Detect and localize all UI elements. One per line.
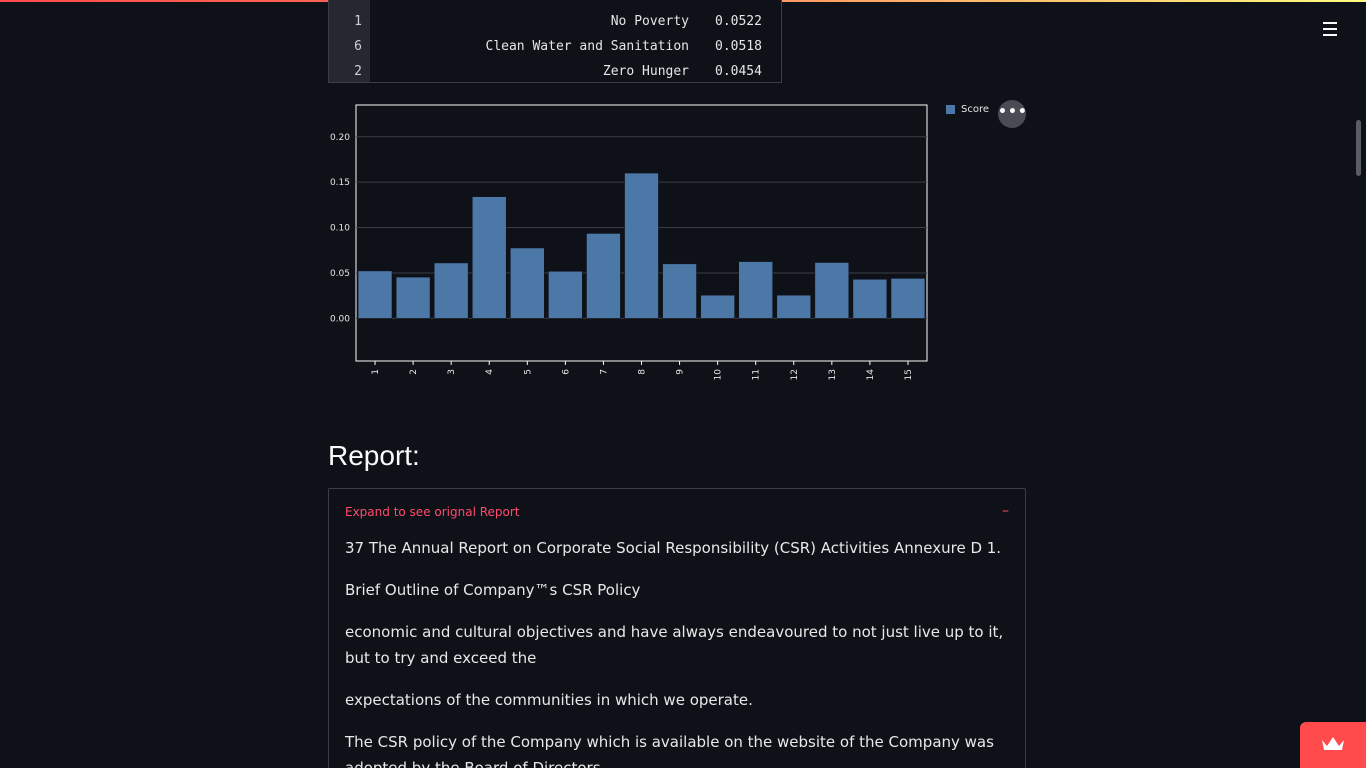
- bar: [852, 279, 888, 319]
- row-index: 1: [354, 14, 362, 29]
- x-tick-label: 1: [371, 369, 381, 375]
- x-tick-label: 10: [714, 369, 724, 381]
- row-goal-name: No Poverty: [610, 14, 689, 29]
- row-goal-name: Zero Hunger: [602, 64, 689, 79]
- x-tick-label: 4: [485, 369, 495, 375]
- y-tick-label: 0.00: [330, 314, 350, 324]
- bar: [890, 278, 926, 319]
- score-bar-chart[interactable]: 0.00 0.05 0.10 0.15 0.20 1 2 3 4 5 6 7 8 9 10 11 12 13 14 1…: [320, 96, 1040, 396]
- report-expander: Expand to see orignal Report – 37 The An…: [328, 488, 1026, 768]
- x-tick-label: 9: [676, 369, 686, 375]
- x-tick-label: 15: [904, 369, 914, 380]
- x-tick-label: 7: [599, 369, 609, 375]
- x-tick-label: 5: [523, 369, 533, 375]
- expander-toggle[interactable]: Expand to see orignal Report –: [345, 503, 1009, 523]
- report-paragraph: 37 The Annual Report on Corporate Social…: [345, 539, 1002, 557]
- x-tick-label: 13: [828, 369, 838, 380]
- y-tick-label: 0.10: [330, 224, 350, 234]
- report-text: 37 The Annual Report on Corporate Social…: [345, 535, 1011, 768]
- x-tick-label: 11: [752, 369, 762, 380]
- streamlit-badge[interactable]: [1300, 722, 1366, 768]
- bar: [472, 196, 507, 319]
- bar: [586, 233, 621, 319]
- bar: [738, 261, 773, 319]
- bar: [700, 294, 735, 319]
- chart-legend: Score: [946, 104, 989, 115]
- x-tick-label: 12: [790, 369, 800, 380]
- scrollbar-thumb[interactable]: [1356, 120, 1361, 176]
- report-paragraph: Brief Outline of Company™s CSR Policy: [345, 581, 641, 599]
- bar: [776, 294, 811, 319]
- chart-canvas: 0.000.050.100.150.201 2 3 4 5 6 7 8 9 10 11 12 13 14 1…: [330, 104, 928, 381]
- row-score: 0.0522: [715, 14, 762, 29]
- row-index: 6: [354, 39, 362, 54]
- x-tick-label: 14: [866, 369, 876, 381]
- bar: [357, 270, 393, 319]
- report-paragraph: expectations of the communities in which…: [345, 691, 753, 709]
- row-index: 2: [354, 64, 362, 79]
- table-row: 6 Clean Water and Sanitation 0.0518: [329, 34, 781, 59]
- y-tick-label: 0.20: [330, 133, 350, 143]
- bar: [662, 263, 697, 319]
- bar: [814, 262, 850, 319]
- legend-label: Score: [961, 104, 990, 115]
- bar: [510, 247, 545, 319]
- report-paragraph: The CSR policy of the Company which is a…: [345, 733, 994, 768]
- collapse-icon: –: [1002, 503, 1009, 519]
- row-goal-name: Clean Water and Sanitation: [485, 39, 690, 54]
- bar: [433, 262, 469, 319]
- report-paragraph: economic and cultural objectives and hav…: [345, 623, 1004, 667]
- expander-label: Expand to see orignal Report: [345, 505, 520, 519]
- bar: [548, 271, 583, 319]
- row-score: 0.0518: [715, 39, 762, 54]
- x-tick-label: 3: [447, 369, 457, 375]
- x-tick-label: 2: [409, 369, 419, 375]
- x-tick-label: 6: [561, 369, 571, 375]
- table-row: 2 Zero Hunger 0.0454: [329, 59, 781, 82]
- report-heading: Report:: [328, 440, 420, 471]
- crown-icon: [1322, 737, 1344, 750]
- bar: [395, 276, 431, 319]
- main-menu-icon[interactable]: [1320, 20, 1340, 38]
- table-row: 1 No Poverty 0.0522: [329, 9, 781, 34]
- y-tick-label: 0.05: [330, 269, 350, 279]
- dataframe-table[interactable]: 1 No Poverty 0.0522 6 Clean Water and Sa…: [328, 0, 782, 83]
- bar: [624, 172, 659, 319]
- legend-swatch: [946, 105, 955, 114]
- y-tick-label: 0.15: [330, 178, 350, 188]
- more-options-button[interactable]: •••: [998, 100, 1027, 128]
- row-score: 0.0454: [715, 64, 762, 79]
- x-tick-label: 8: [638, 369, 648, 375]
